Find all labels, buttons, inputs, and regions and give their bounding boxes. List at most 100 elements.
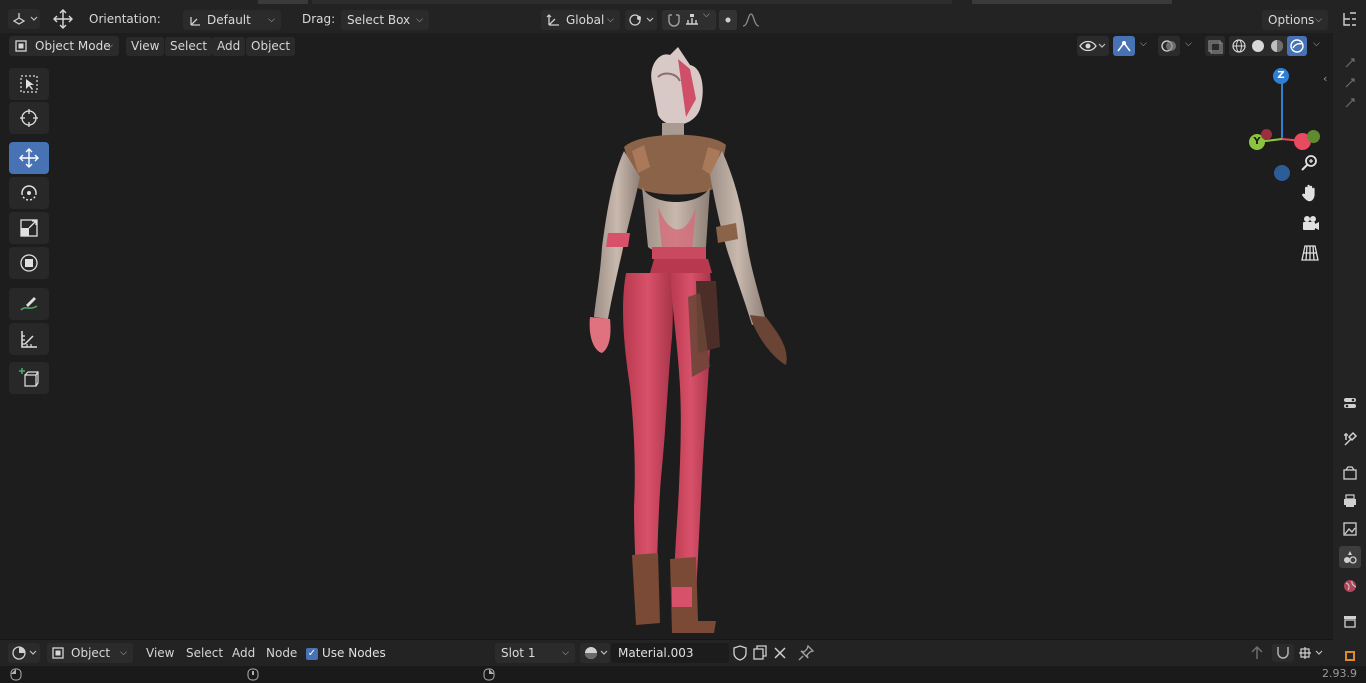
xray-toggle[interactable] [1205,36,1225,56]
material-shading-icon[interactable] [1269,38,1285,54]
scene-properties-icon[interactable] [1339,546,1361,568]
shading-dropdown[interactable]: ⌵ [1308,36,1326,56]
solid-shading-icon[interactable] [1250,38,1266,54]
tool-select-box[interactable] [9,68,49,100]
sidebar-tab-tool[interactable] [1339,72,1361,94]
parent-node-tree-icon[interactable] [1248,644,1266,662]
gizmo-neg-z-axis[interactable] [1274,165,1290,181]
proportional-edit-toggle[interactable] [719,10,737,30]
view-layer-properties-icon[interactable] [1339,518,1361,540]
global-axes-icon [546,14,559,26]
visibility-dropdown[interactable] [1077,36,1109,56]
workspace-tab-sliver-2[interactable] [972,0,1172,4]
outliner-icon[interactable] [1339,8,1361,30]
pivot-point-dropdown[interactable] [625,10,657,30]
proportional-edit-icon [725,17,731,23]
shader-type-dropdown[interactable]: Object ⌵ [47,643,133,663]
gizmo-neg-x-axis[interactable] [1261,129,1272,140]
options-dropdown[interactable]: Options ⌵ [1262,10,1328,30]
editor-type-button-bottom[interactable] [8,643,40,663]
material-name-value: Material.003 [618,646,694,660]
hand-pan-icon[interactable] [1300,183,1320,203]
shading-group [1229,36,1307,56]
node-menu-select[interactable]: Select [181,644,228,663]
pin-icon[interactable] [797,644,815,662]
node-snap-type-dropdown[interactable] [1296,644,1328,662]
menu-object[interactable]: Object [246,37,296,56]
node-menu-node[interactable]: Node [261,644,302,663]
character-model[interactable] [560,47,820,637]
collection-properties-icon[interactable] [1339,610,1361,632]
node-menu-view[interactable]: View [141,644,179,663]
rotate-icon [21,185,37,201]
node-menu-add[interactable]: Add [227,644,260,663]
render-properties-icon[interactable] [1339,462,1361,484]
gizmo-z-axis[interactable]: Z [1273,68,1289,84]
chevron-down-icon: ⌵ [268,15,275,25]
wireframe-shading-icon[interactable] [1231,38,1247,54]
transform-space-value: Global [566,13,605,27]
tool-annotate[interactable] [9,288,49,320]
sidebar-tab-item[interactable] [1339,52,1361,74]
tool-settings-header: Orientation: Default ⌵ Drag: Select Box … [0,0,1333,33]
mouse-right-icon [483,668,495,681]
transform-orientation-dropdown[interactable]: Global ⌵ [541,10,620,30]
object-properties-icon[interactable] [1339,645,1361,667]
falloff-dropdown[interactable] [740,10,770,30]
drag-dropdown[interactable]: Select Box ⌵ [341,10,429,30]
chevron-down-icon: ⌵ [1313,39,1320,49]
rendered-shading-button[interactable] [1287,36,1307,56]
sidebar-tab-view[interactable] [1339,92,1361,114]
node-snap-toggle[interactable] [1272,644,1294,662]
mode-dropdown[interactable]: Object Mode ⌵ [9,36,119,56]
magnet-icon[interactable] [666,12,682,28]
workspace-tabs-sliver[interactable] [312,0,952,4]
tool-properties-icon[interactable] [1339,428,1361,450]
object-icon [52,647,64,659]
eye-icon [1079,40,1106,52]
tool-transform[interactable] [9,247,49,279]
gizmo-y-label: Y [1253,136,1261,147]
overlay-dropdown[interactable]: ⌵ [1180,36,1198,56]
tool-scale[interactable] [9,212,49,244]
unlink-material-icon[interactable] [771,644,789,662]
material-name-field[interactable]: Material.003 [611,643,729,663]
use-nodes-checkbox[interactable]: ✓ [306,648,318,660]
gizmo-toggle[interactable] [1113,36,1135,56]
material-browse-button[interactable] [580,643,610,663]
chevron-down-icon: ⌵ [120,648,127,658]
slot-dropdown[interactable]: Slot 1 ⌵ [495,643,575,663]
menu-view[interactable]: View [126,37,165,56]
slot-value: Slot 1 [501,646,536,660]
overlay-toggle[interactable] [1158,36,1180,56]
gizmo-dropdown[interactable]: ⌵ [1135,36,1153,56]
chevron-down-icon[interactable]: ⌵ [703,10,710,20]
menu-add[interactable]: Add [212,37,246,56]
3d-viewport-icon [12,13,38,25]
gizmo-neg-y-axis[interactable] [1307,130,1320,143]
grid-view-icon[interactable] [1300,243,1320,263]
world-properties-icon[interactable] [1339,575,1361,597]
tool-add-cube[interactable] [9,362,49,394]
orientation-dropdown[interactable]: Default ⌵ [183,10,281,30]
menu-select[interactable]: Select [165,37,213,56]
fake-user-shield-icon[interactable] [731,644,749,662]
move-tool-icon[interactable] [52,9,74,29]
camera-view-icon[interactable] [1300,213,1320,233]
tool-cursor[interactable] [9,102,49,134]
output-properties-icon[interactable] [1339,490,1361,512]
editor-type-button[interactable] [8,9,40,29]
tool-measure[interactable] [9,323,49,355]
tool-move[interactable] [9,142,49,174]
snap-increment-icon[interactable] [684,12,700,28]
3d-viewport[interactable]: Z Y [0,33,1333,638]
zoom-icon[interactable] [1300,153,1320,173]
snap-group: ⌵ [662,10,716,30]
cursor-icon [20,109,38,127]
options-label: Options [1268,13,1315,27]
duplicate-material-icon[interactable] [751,644,769,662]
tool-rotate[interactable] [9,177,49,209]
sidebar-collapse-icon[interactable]: ‹ [1323,72,1333,86]
workspace-tab-sliver[interactable] [258,0,308,4]
properties-editor-icon[interactable] [1339,392,1361,414]
